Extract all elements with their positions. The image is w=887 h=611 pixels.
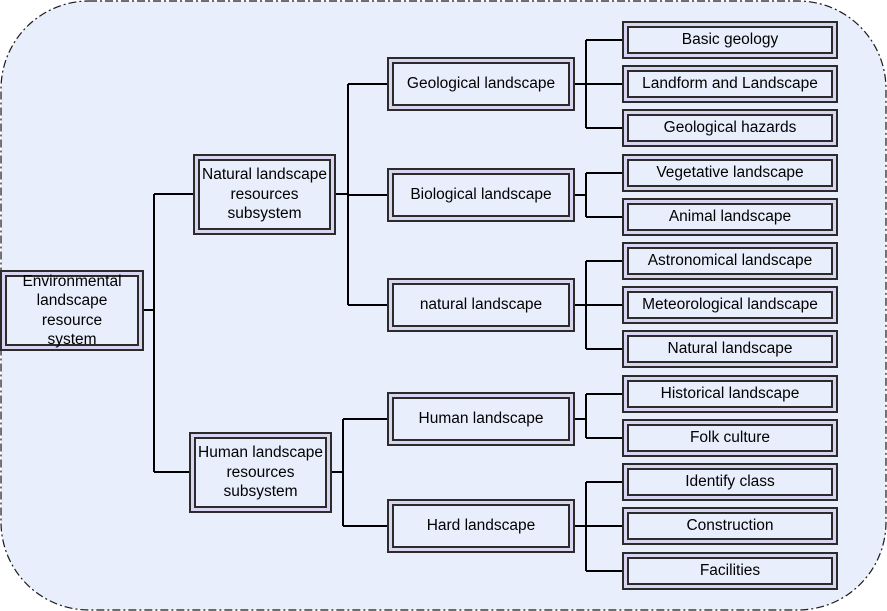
leaf-label: Landform and Landscape <box>627 70 833 98</box>
category-label: Human landscape <box>392 397 570 441</box>
subsystem-natural: Natural landscape resources subsystem <box>193 154 336 235</box>
leaf-construction: Construction <box>622 507 838 545</box>
category-biological: Biological landscape <box>387 168 575 222</box>
leaf-vegetative: Vegetative landscape <box>622 154 838 192</box>
leaf-label: Basic geology <box>627 26 833 54</box>
leaf-natural: Natural landscape <box>622 330 838 368</box>
category-label: Biological landscape <box>392 173 570 217</box>
diagram-canvas: Environmental landscape resource system … <box>0 0 887 611</box>
root-node-label: Environmental landscape resource system <box>5 273 139 348</box>
root-node: Environmental landscape resource system <box>0 270 144 351</box>
leaf-label: Construction <box>627 512 833 540</box>
category-label: Hard landscape <box>392 504 570 548</box>
subsystem-human-label: Human landscape resources subsystem <box>194 437 327 508</box>
leaf-label: Geological hazards <box>627 114 833 142</box>
leaf-basic-geology: Basic geology <box>622 21 838 59</box>
leaf-animal: Animal landscape <box>622 198 838 236</box>
leaf-label: Historical landscape <box>627 380 833 408</box>
leaf-meteorological: Meteorological landscape <box>622 286 838 324</box>
leaf-identify-class: Identify class <box>622 463 838 501</box>
leaf-label: Animal landscape <box>627 203 833 231</box>
leaf-facilities: Facilities <box>622 552 838 590</box>
leaf-label: Facilities <box>627 557 833 585</box>
leaf-label: Vegetative landscape <box>627 159 833 187</box>
category-label: Geological landscape <box>392 62 570 106</box>
leaf-label: Natural landscape <box>627 335 833 363</box>
category-label: natural landscape <box>392 283 570 327</box>
category-geological: Geological landscape <box>387 57 575 111</box>
leaf-landform: Landform and Landscape <box>622 65 838 103</box>
category-human: Human landscape <box>387 392 575 446</box>
leaf-label: Meteorological landscape <box>627 291 833 319</box>
category-natural: natural landscape <box>387 278 575 332</box>
leaf-astronomical: Astronomical landscape <box>622 242 838 280</box>
category-hard: Hard landscape <box>387 499 575 553</box>
subsystem-human: Human landscape resources subsystem <box>189 432 332 513</box>
leaf-geological-hazards: Geological hazards <box>622 109 838 147</box>
leaf-label: Identify class <box>627 468 833 496</box>
leaf-label: Folk culture <box>627 424 833 452</box>
leaf-label: Astronomical landscape <box>627 247 833 275</box>
leaf-historical: Historical landscape <box>622 375 838 413</box>
leaf-folk-culture: Folk culture <box>622 419 838 457</box>
subsystem-natural-label: Natural landscape resources subsystem <box>198 159 331 230</box>
